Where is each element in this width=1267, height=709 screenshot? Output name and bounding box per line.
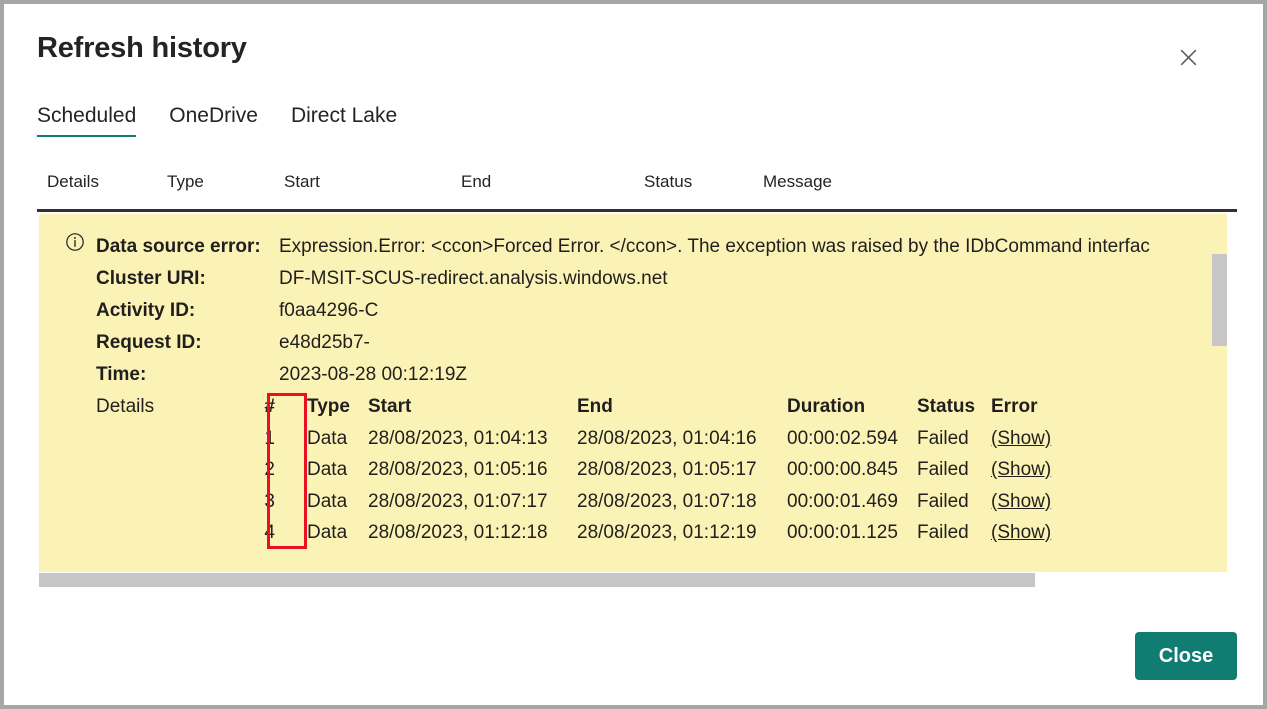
col-num: # [264, 396, 275, 417]
tab-direct-lake-label: Direct Lake [290, 104, 398, 127]
tab-scheduled[interactable]: Scheduled [37, 104, 137, 137]
field-value: DF-MSIT-SCUS-redirect.analysis.windows.n… [279, 268, 668, 289]
column-header-message[interactable]: Message [763, 172, 832, 192]
table-row: 1 Data 28/08/2023, 01:04:13 28/08/2023, … [39, 428, 1227, 460]
cell-type: Data [307, 427, 348, 449]
cell-end: 28/08/2023, 01:05:17 [577, 459, 757, 480]
field-value: 2023-08-28 00:12:19Z [279, 364, 468, 385]
cell-duration: 00:00:00.845 [787, 459, 898, 480]
history-table-header: Details Type Start End Status Message [37, 172, 1237, 212]
vertical-scrollbar-thumb[interactable] [1212, 254, 1227, 346]
vertical-scrollbar[interactable] [1212, 214, 1227, 572]
col-end: End [577, 396, 613, 417]
horizontal-scrollbar-thumb[interactable] [39, 573, 1035, 587]
column-header-end[interactable]: End [461, 172, 491, 192]
field-label: Request ID: [96, 332, 202, 353]
field-value: f0aa4296-C [279, 300, 379, 321]
error-detail-panel: Data source error: Expression.Error: <cc… [39, 214, 1227, 572]
cell-num: 1 [264, 427, 275, 449]
cell-duration: 00:00:01.125 [787, 522, 898, 543]
cell-num: 3 [264, 490, 275, 512]
cell-duration: 00:00:01.469 [787, 490, 898, 512]
close-x-icon[interactable] [1171, 40, 1205, 74]
cell-start: 28/08/2023, 01:12:18 [368, 522, 548, 543]
show-error-link[interactable]: (Show) [991, 522, 1051, 544]
field-label: Cluster URI: [96, 268, 206, 289]
cell-start: 28/08/2023, 01:04:13 [368, 427, 548, 449]
col-status: Status [917, 396, 976, 417]
show-error-link[interactable]: (Show) [991, 491, 1051, 513]
tab-onedrive[interactable]: OneDrive [169, 104, 258, 137]
tab-scheduled-label: Scheduled [37, 104, 137, 127]
field-label: Time: [96, 364, 147, 385]
show-error-link[interactable]: (Show) [991, 428, 1051, 450]
col-duration: Duration [787, 396, 866, 417]
cell-status: Failed [917, 459, 969, 480]
tab-direct-lake[interactable]: Direct Lake [291, 104, 397, 137]
cell-status: Failed [917, 490, 969, 512]
table-row: 2 Data 28/08/2023, 01:05:16 28/08/2023, … [39, 459, 1227, 491]
cell-status: Failed [917, 522, 969, 543]
attempts-table-header: # Type Start End Duration Status Error [39, 396, 1227, 428]
cell-start: 28/08/2023, 01:07:17 [368, 490, 548, 512]
cell-type: Data [307, 459, 348, 480]
cell-start: 28/08/2023, 01:05:16 [368, 459, 548, 480]
column-header-status[interactable]: Status [644, 172, 692, 192]
column-header-start[interactable]: Start [284, 172, 320, 192]
field-label: Activity ID: [96, 300, 196, 321]
field-value: Expression.Error: <ccon>Forced Error. </… [279, 236, 1150, 257]
cell-duration: 00:00:02.594 [787, 427, 898, 449]
page-title: Refresh history [37, 32, 247, 64]
horizontal-scrollbar[interactable] [39, 573, 1227, 587]
column-header-details[interactable]: Details [47, 172, 99, 192]
close-button[interactable]: Close [1135, 632, 1237, 680]
column-header-type[interactable]: Type [167, 172, 204, 192]
cell-end: 28/08/2023, 01:07:18 [577, 490, 757, 512]
cell-num: 2 [264, 459, 275, 480]
cell-type: Data [307, 522, 348, 543]
cell-num: 4 [264, 522, 275, 543]
cell-end: 28/08/2023, 01:12:19 [577, 522, 757, 543]
show-error-link[interactable]: (Show) [991, 459, 1051, 481]
table-row: 4 Data 28/08/2023, 01:12:18 28/08/2023, … [39, 522, 1227, 554]
info-circle-icon [65, 232, 85, 252]
cell-status: Failed [917, 427, 969, 449]
refresh-history-dialog: Refresh history Scheduled OneDrive Direc… [0, 0, 1267, 709]
field-value: e48d25b7- [279, 332, 370, 353]
col-type: Type [307, 396, 350, 417]
cell-end: 28/08/2023, 01:04:16 [577, 427, 757, 449]
col-start: Start [368, 396, 412, 417]
table-row: 3 Data 28/08/2023, 01:07:17 28/08/2023, … [39, 491, 1227, 523]
field-label: Data source error: [96, 236, 261, 257]
tab-onedrive-label: OneDrive [169, 104, 258, 127]
cell-type: Data [307, 490, 348, 512]
tab-bar: Scheduled OneDrive Direct Lake [37, 104, 397, 137]
col-error: Error [991, 396, 1038, 417]
header-divider [37, 209, 1237, 212]
